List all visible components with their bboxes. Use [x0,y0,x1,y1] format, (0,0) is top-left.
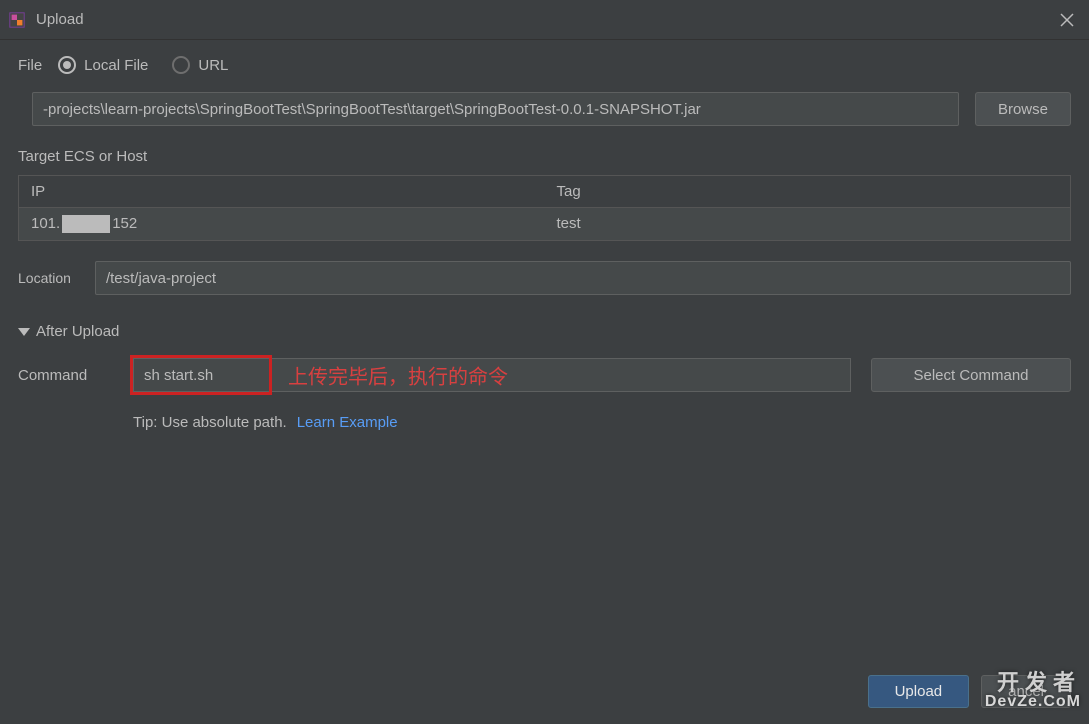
cancel-button[interactable]: ancel [981,675,1071,708]
cell-ip: 101. 152 [19,208,545,240]
target-ecs-label: Target ECS or Host [18,148,1071,165]
file-label: File [18,57,42,74]
file-path-input[interactable] [32,92,959,126]
command-input[interactable] [133,358,851,392]
upload-button[interactable]: Upload [868,675,970,708]
learn-example-link[interactable]: Learn Example [297,414,398,431]
ip-suffix: 152 [112,215,137,232]
after-upload-header[interactable]: After Upload [18,323,1071,340]
dialog-title: Upload [36,11,1059,28]
tip-text: Tip: Use absolute path. [133,414,287,431]
dialog-titlebar: Upload [0,0,1089,40]
command-row: Command 上传完毕后，执行的命令 Select Command [18,358,1071,392]
select-command-button[interactable]: Select Command [871,358,1071,392]
close-icon[interactable] [1059,12,1075,28]
file-source-row: File Local File URL [18,56,1071,74]
dialog-content: File Local File URL Browse Target ECS or… [0,40,1089,447]
radio-url-label: URL [198,57,228,74]
file-path-row: Browse [18,92,1071,126]
column-header-tag[interactable]: Tag [545,176,1071,207]
chevron-down-icon [18,328,30,336]
command-label: Command [18,367,113,384]
after-upload-label: After Upload [36,323,119,340]
file-source-radio-group: Local File URL [58,56,228,74]
radio-unselected-icon [172,56,190,74]
radio-url[interactable]: URL [172,56,228,74]
location-row: Location [18,261,1071,295]
tip-row: Tip: Use absolute path. Learn Example [133,414,1071,431]
table-row[interactable]: 101. 152 test [19,208,1070,240]
location-input[interactable] [95,261,1071,295]
table-header: IP Tag [19,176,1070,208]
radio-local-file-label: Local File [84,57,148,74]
app-icon [8,11,26,29]
target-table: IP Tag 101. 152 test [18,175,1071,241]
ip-redacted [62,215,110,233]
location-label: Location [18,270,71,286]
browse-button[interactable]: Browse [975,92,1071,126]
ip-prefix: 101. [31,215,60,232]
radio-selected-icon [58,56,76,74]
column-header-ip[interactable]: IP [19,176,545,207]
cell-tag: test [545,208,1071,240]
radio-local-file[interactable]: Local File [58,56,148,74]
command-input-wrap: 上传完毕后，执行的命令 [133,358,851,392]
dialog-footer: Upload ancel [868,675,1071,708]
